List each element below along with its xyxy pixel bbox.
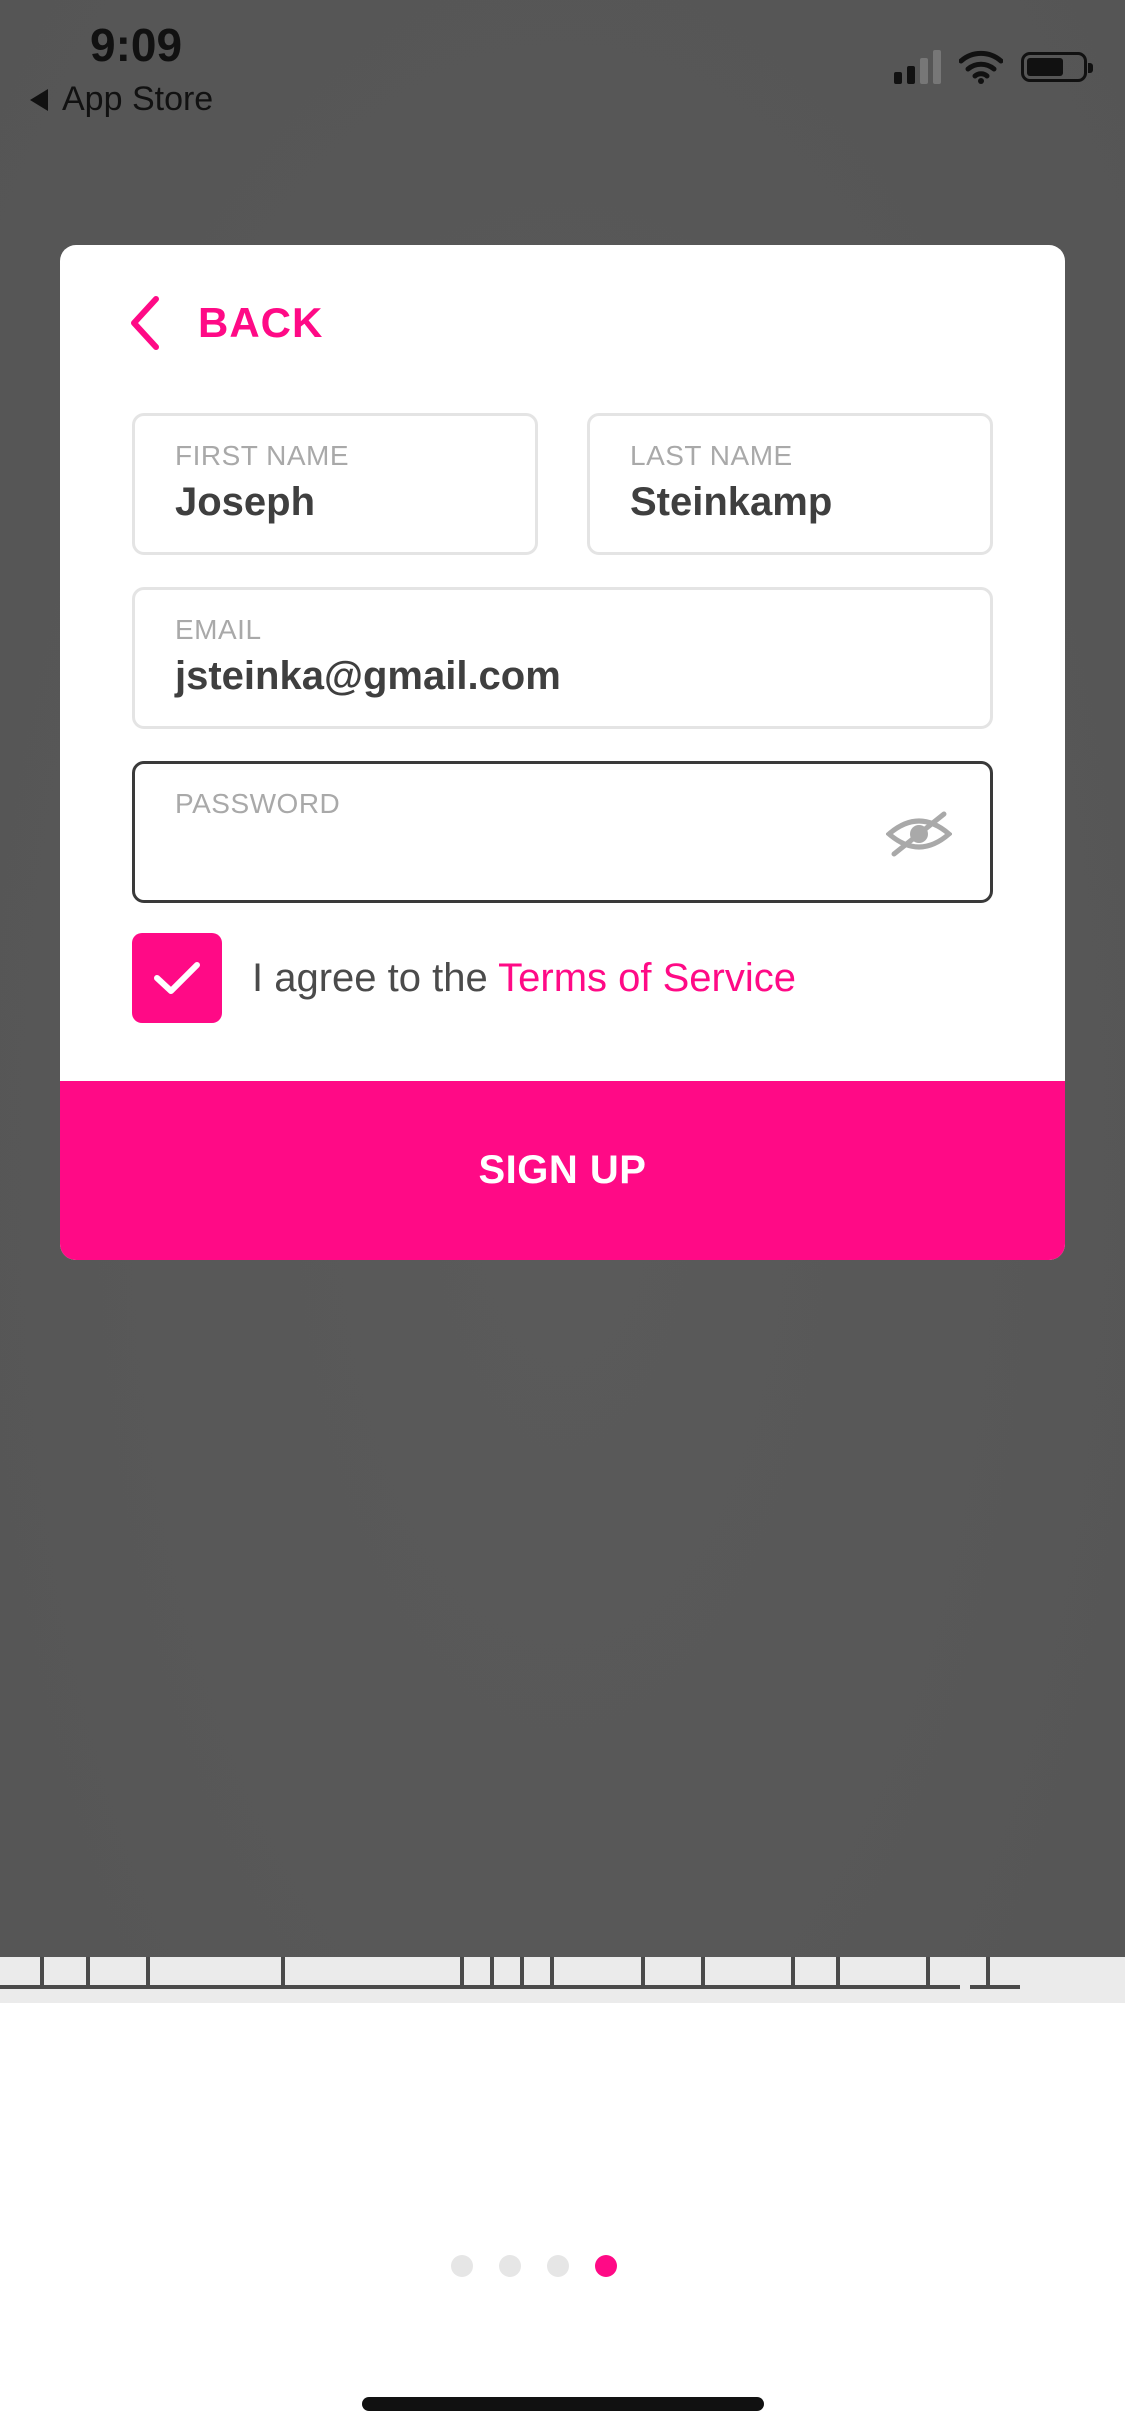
home-indicator (362, 2397, 764, 2411)
agree-text: I agree to the Terms of Service (252, 956, 796, 1001)
last-name-value: Steinkamp (630, 480, 833, 524)
password-label: PASSWORD (175, 788, 341, 819)
keyboard-edge-strip (0, 1957, 1125, 2003)
signup-card: BACK FIRST NAME Joseph LAST NAME Steinka… (60, 245, 1065, 1260)
checkmark-icon (154, 962, 200, 994)
back-app-label: App Store (62, 80, 214, 118)
signal-icon (894, 50, 941, 84)
back-label: BACK (198, 299, 324, 346)
battery-icon (1021, 52, 1093, 82)
last-name-field[interactable]: LAST NAME Steinkamp (587, 413, 993, 555)
email-field[interactable]: EMAIL jsteinka@gmail.com (132, 587, 993, 729)
first-name-field[interactable]: FIRST NAME Joseph (132, 413, 538, 555)
back-to-app-link[interactable]: App Store (30, 80, 213, 119)
agree-prefix: I agree to the (252, 955, 499, 1000)
status-time: 9:09 (90, 19, 183, 71)
password-field[interactable]: PASSWORD (132, 761, 993, 903)
back-button[interactable]: BACK (130, 295, 323, 351)
page-dot[interactable] (546, 2255, 569, 2277)
first-name-label: FIRST NAME (175, 440, 350, 471)
agree-checkbox[interactable] (132, 933, 222, 1023)
eye-off-icon[interactable] (886, 810, 952, 858)
email-value: jsteinka@gmail.com (175, 654, 561, 698)
page-dot[interactable] (594, 2255, 617, 2277)
back-triangle-icon (30, 88, 48, 111)
strip-artifact (0, 1957, 1020, 1989)
page-dot[interactable] (498, 2255, 521, 2277)
page-indicator (0, 2255, 1096, 2277)
terms-of-service-link[interactable]: Terms of Service (498, 956, 796, 1000)
email-label: EMAIL (175, 614, 262, 645)
last-name-label: LAST NAME (630, 440, 793, 471)
back-chevron-icon (131, 296, 159, 350)
status-icons (894, 50, 1093, 84)
sign-up-button[interactable]: SIGN UP (60, 1081, 1065, 1260)
wifi-icon (959, 50, 1003, 84)
first-name-value: Joseph (175, 480, 316, 524)
page-dot[interactable] (450, 2255, 473, 2277)
terms-row: I agree to the Terms of Service (132, 933, 796, 1023)
